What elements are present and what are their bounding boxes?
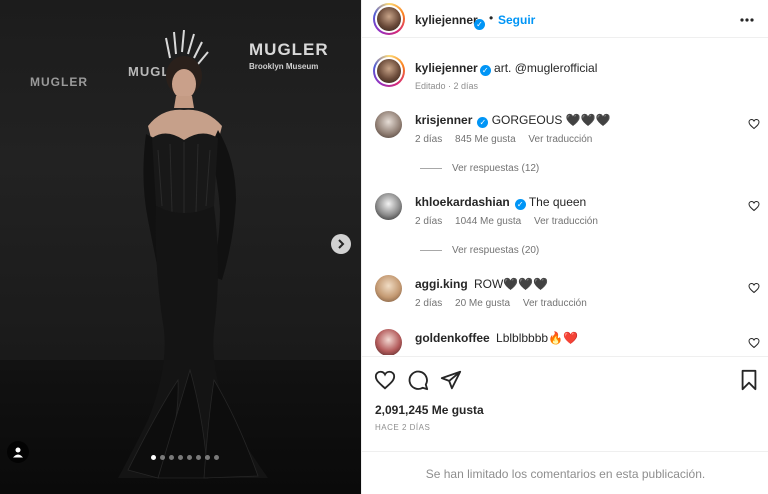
like-heart-icon[interactable]: [374, 369, 396, 391]
carousel-dot: [169, 455, 174, 460]
follow-button[interactable]: Seguir: [498, 13, 535, 27]
comments-list[interactable]: kyliejenner ✓ art. @muglerofficial Editad…: [362, 39, 768, 355]
heart-icon[interactable]: [748, 118, 760, 130]
post-actions: 2,091,245 Me gusta HACE 2 DÍAS Se han li…: [362, 356, 768, 494]
verified-badge-icon: ✓: [479, 65, 491, 76]
comment-avatar[interactable]: [375, 111, 402, 138]
comment-text: GORGEOUS 🖤🖤🖤: [491, 113, 611, 127]
comment-avatar[interactable]: [375, 275, 402, 302]
share-paper-plane-icon[interactable]: [440, 369, 462, 391]
caption-meta: Editado · 2 días: [415, 81, 479, 91]
translate-link[interactable]: Ver traducción: [534, 216, 598, 227]
backdrop-logo-left: MUGLER: [30, 75, 88, 89]
user-icon: [13, 447, 23, 458]
replies-divider: [420, 250, 442, 251]
post-header: kyliejenner ✓ • Seguir: [362, 0, 768, 38]
author-username[interactable]: kyliejenner: [415, 13, 478, 27]
replies-divider: [420, 168, 442, 169]
comment-likes[interactable]: 1044 Me gusta: [455, 216, 521, 227]
comment-avatar[interactable]: [375, 329, 402, 355]
carousel-dot: [214, 455, 219, 460]
comment-bubble-icon[interactable]: [407, 369, 429, 391]
comment-item: khloekardashian ✓ The queen 2 días 1044 M…: [362, 187, 768, 256]
verified-badge-icon: ✓: [472, 13, 485, 31]
model-figure: [118, 30, 268, 479]
carousel-next-button[interactable]: [331, 234, 351, 254]
replies-label[interactable]: Ver respuestas (20): [452, 245, 539, 256]
chevron-right-icon: [338, 239, 345, 249]
bookmark-icon[interactable]: [738, 369, 760, 391]
comment-text-line: aggi.king ROW🖤🖤🖤: [415, 277, 548, 291]
tagged-users-button[interactable]: [7, 441, 29, 463]
carousel-dot: [187, 455, 192, 460]
carousel-dot: [205, 455, 210, 460]
verified-badge-icon: ✓: [477, 117, 489, 128]
comment-text-line: krisjenner ✓ GORGEOUS 🖤🖤🖤: [415, 113, 611, 128]
replies-label[interactable]: Ver respuestas (12): [452, 163, 539, 174]
comment-text: ROW🖤🖤🖤: [474, 277, 549, 291]
comment-meta: 2 días 1044 Me gusta Ver traducción: [415, 216, 608, 227]
more-options-icon[interactable]: [740, 9, 754, 27]
caption-username[interactable]: kyliejenner: [415, 61, 478, 75]
view-replies-link[interactable]: Ver respuestas (20): [420, 245, 539, 256]
comment-text: The queen: [528, 195, 587, 209]
header-separator: •: [489, 11, 494, 25]
heart-icon[interactable]: [748, 337, 760, 349]
verified-badge-icon: ✓: [514, 199, 526, 210]
translate-link[interactable]: Ver traducción: [528, 134, 592, 145]
author-avatar[interactable]: [373, 3, 405, 35]
comment-username[interactable]: krisjenner: [415, 113, 472, 127]
comment-likes[interactable]: 845 Me gusta: [455, 134, 516, 145]
view-replies-link[interactable]: Ver respuestas (12): [420, 163, 539, 174]
heart-icon[interactable]: [748, 282, 760, 294]
carousel-indicators: [151, 455, 219, 460]
caption-avatar[interactable]: [373, 55, 405, 87]
comment-username[interactable]: aggi.king: [415, 277, 468, 291]
carousel-dot: [151, 455, 156, 460]
comment-text: Lblblbbbb🔥❤️: [496, 331, 578, 345]
carousel-dot: [196, 455, 201, 460]
caption-line: kyliejenner ✓ art. @muglerofficial: [415, 61, 597, 76]
carousel-dot: [178, 455, 183, 460]
comment-likes[interactable]: 20 Me gusta: [455, 298, 510, 309]
post-photo[interactable]: MUGLER MUGLER MUGLER Brooklyn Museum: [0, 0, 361, 494]
comment-time[interactable]: 2 días: [415, 298, 442, 309]
post-time-ago: HACE 2 DÍAS: [375, 423, 431, 432]
comment-username[interactable]: goldenkoffee: [415, 331, 490, 345]
carousel-dot: [160, 455, 165, 460]
comment-time[interactable]: 2 días: [415, 216, 442, 227]
post-side-panel: kyliejenner ✓ • Seguir kyliejenner ✓ art.…: [361, 0, 768, 494]
comment-meta: 2 días 20 Me gusta Ver traducción: [415, 298, 597, 309]
comment-item: krisjenner ✓ GORGEOUS 🖤🖤🖤 2 días 845 Me g…: [362, 105, 768, 174]
heart-icon[interactable]: [748, 200, 760, 212]
translate-link[interactable]: Ver traducción: [523, 298, 587, 309]
comment-time[interactable]: 2 días: [415, 134, 442, 145]
comment-text-line: goldenkoffee Lblblbbbb🔥❤️: [415, 331, 578, 345]
comment-item: aggi.king ROW🖤🖤🖤 2 días 20 Me gusta Ver …: [362, 269, 768, 329]
comment-username[interactable]: khloekardashian: [415, 195, 510, 209]
comments-limited-notice: Se han limitado los comentarios en esta …: [362, 451, 768, 494]
likes-count[interactable]: 2,091,245 Me gusta: [375, 403, 484, 417]
comment-avatar[interactable]: [375, 193, 402, 220]
comment-item: goldenkoffee Lblblbbbb🔥❤️: [362, 327, 768, 355]
comment-text-line: khloekardashian ✓ The queen: [415, 195, 586, 210]
comment-meta: 2 días 845 Me gusta Ver traducción: [415, 134, 602, 145]
caption-text: art. @muglerofficial: [494, 61, 598, 75]
